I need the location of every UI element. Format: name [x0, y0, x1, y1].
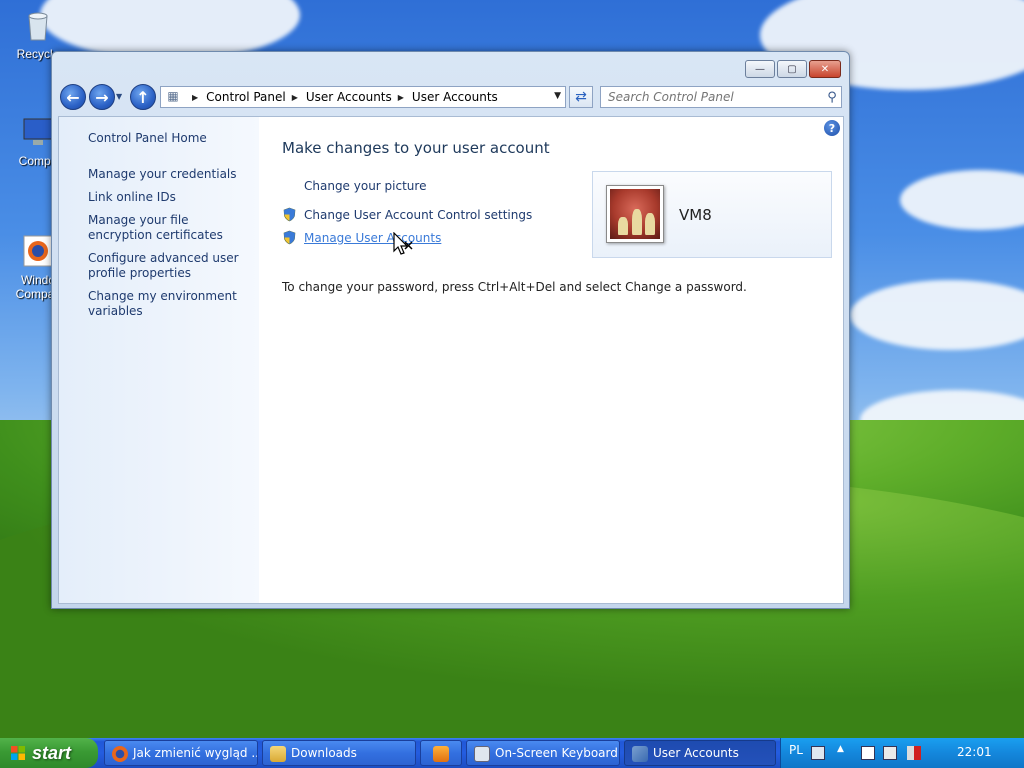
show-hidden-icons-icon[interactable]: ▲	[837, 744, 844, 754]
taskbar: start Jak zmienić wygląd ... Downloads O…	[0, 738, 1024, 768]
address-dropdown-icon[interactable]: ▼	[554, 91, 561, 101]
avatar[interactable]	[606, 185, 664, 243]
breadcrumb-user-accounts[interactable]: User Accounts	[306, 90, 392, 104]
user-name: VM8	[679, 206, 712, 224]
user-account-card: VM8	[592, 171, 832, 258]
maximize-button[interactable]: ▢	[777, 60, 807, 78]
refresh-icon: ⇄	[575, 89, 587, 105]
control-panel-icon: ▦	[167, 89, 179, 103]
keyboard-icon	[474, 746, 490, 762]
breadcrumb-user-accounts-current[interactable]: User Accounts	[412, 90, 498, 104]
task-manage-user-accounts[interactable]: Manage User Accounts	[304, 231, 441, 245]
taskbar-button-downloads[interactable]: Downloads	[262, 740, 416, 766]
action-center-icon[interactable]	[861, 746, 875, 760]
sidebar-item-manage-credentials[interactable]: Manage your credentials	[88, 167, 248, 182]
breadcrumb-separator-icon[interactable]: ▶	[192, 93, 198, 102]
taskbar-button-user-accounts[interactable]: User Accounts	[624, 740, 776, 766]
taskbar-button-on-screen-keyboard[interactable]: On-Screen Keyboard	[466, 740, 620, 766]
search-box[interactable]: ⚲	[600, 86, 842, 108]
language-indicator[interactable]: PL	[789, 743, 803, 757]
media-player-icon	[433, 746, 449, 762]
folder-icon	[270, 746, 286, 762]
sidebar-item-control-panel-home[interactable]: Control Panel Home	[88, 131, 248, 146]
mouse-cursor-icon	[393, 232, 413, 255]
forward-arrow-icon: →	[95, 87, 109, 107]
chess-pieces-picture	[610, 189, 660, 239]
sidebar-item-environment-variables[interactable]: Change my environment variables	[88, 289, 248, 319]
help-icon[interactable]: ?	[824, 120, 840, 136]
taskbar-button-label: Downloads	[291, 746, 357, 760]
task-change-uac-settings[interactable]: Change User Account Control settings	[304, 208, 532, 222]
address-bar[interactable]: ▦ ▶ Control Panel ▶ User Accounts ▶ User…	[160, 86, 566, 108]
breadcrumb-control-panel[interactable]: Control Panel	[206, 90, 286, 104]
sidebar-item-file-encryption[interactable]: Manage your file encryption certificates	[88, 213, 248, 243]
recent-pages-dropdown[interactable]: ▼	[116, 92, 126, 102]
keyboard-layout-icon[interactable]	[811, 746, 825, 760]
firefox-icon	[23, 235, 53, 267]
system-tray: PL ▲ 22:01	[780, 738, 1024, 768]
up-arrow-icon: ↑	[136, 87, 150, 107]
uac-shield-icon	[283, 207, 296, 222]
network-icon[interactable]	[883, 746, 897, 760]
page-title: Make changes to your user account	[282, 139, 550, 157]
up-button[interactable]: ↑	[130, 84, 156, 110]
password-note: To change your password, press Ctrl+Alt+…	[282, 280, 747, 294]
control-panel-icon	[632, 746, 648, 762]
forward-button[interactable]: →	[89, 84, 115, 110]
start-button[interactable]: start	[0, 738, 98, 768]
firefox-icon	[112, 746, 128, 762]
breadcrumb-separator-icon[interactable]: ▶	[398, 93, 404, 102]
back-arrow-icon: ←	[66, 87, 80, 107]
computer-icon	[23, 118, 53, 145]
windows-flag-icon	[11, 746, 25, 760]
caption-buttons: — ▢ ✕	[745, 60, 841, 78]
refresh-button[interactable]: ⇄	[569, 86, 593, 108]
client-area: Control Panel Home Manage your credentia…	[58, 116, 844, 604]
search-input[interactable]	[601, 90, 823, 104]
search-icon[interactable]: ⚲	[823, 90, 841, 105]
minimize-button[interactable]: —	[745, 60, 775, 78]
main-content: ? Make changes to your user account Chan…	[259, 117, 843, 603]
volume-muted-icon[interactable]	[907, 746, 921, 760]
sidebar: Control Panel Home Manage your credentia…	[59, 117, 259, 603]
taskbar-button-label: On-Screen Keyboard	[495, 746, 618, 760]
start-label: start	[32, 742, 72, 763]
taskbar-button-label: Jak zmienić wygląd ...	[133, 746, 258, 760]
breadcrumb-separator-icon[interactable]: ▶	[292, 93, 298, 102]
taskbar-button-media[interactable]	[420, 740, 462, 766]
uac-shield-icon	[283, 230, 296, 245]
recycle-bin-icon	[28, 12, 48, 41]
sidebar-item-link-online-ids[interactable]: Link online IDs	[88, 190, 248, 205]
sidebar-item-advanced-profile[interactable]: Configure advanced user profile properti…	[88, 251, 248, 281]
taskbar-button-label: User Accounts	[653, 746, 739, 760]
close-button[interactable]: ✕	[809, 60, 841, 78]
back-button[interactable]: ←	[60, 84, 86, 110]
task-change-picture[interactable]: Change your picture	[304, 179, 426, 193]
taskbar-button-firefox[interactable]: Jak zmienić wygląd ...	[104, 740, 258, 766]
clock[interactable]: 22:01	[957, 745, 992, 759]
user-accounts-window: — ▢ ✕ ← → ▼ ↑ ▦ ▶ Control Panel ▶ User A…	[51, 51, 850, 609]
navigation-bar: ← → ▼ ↑ ▦ ▶ Control Panel ▶ User Account…	[60, 84, 842, 112]
